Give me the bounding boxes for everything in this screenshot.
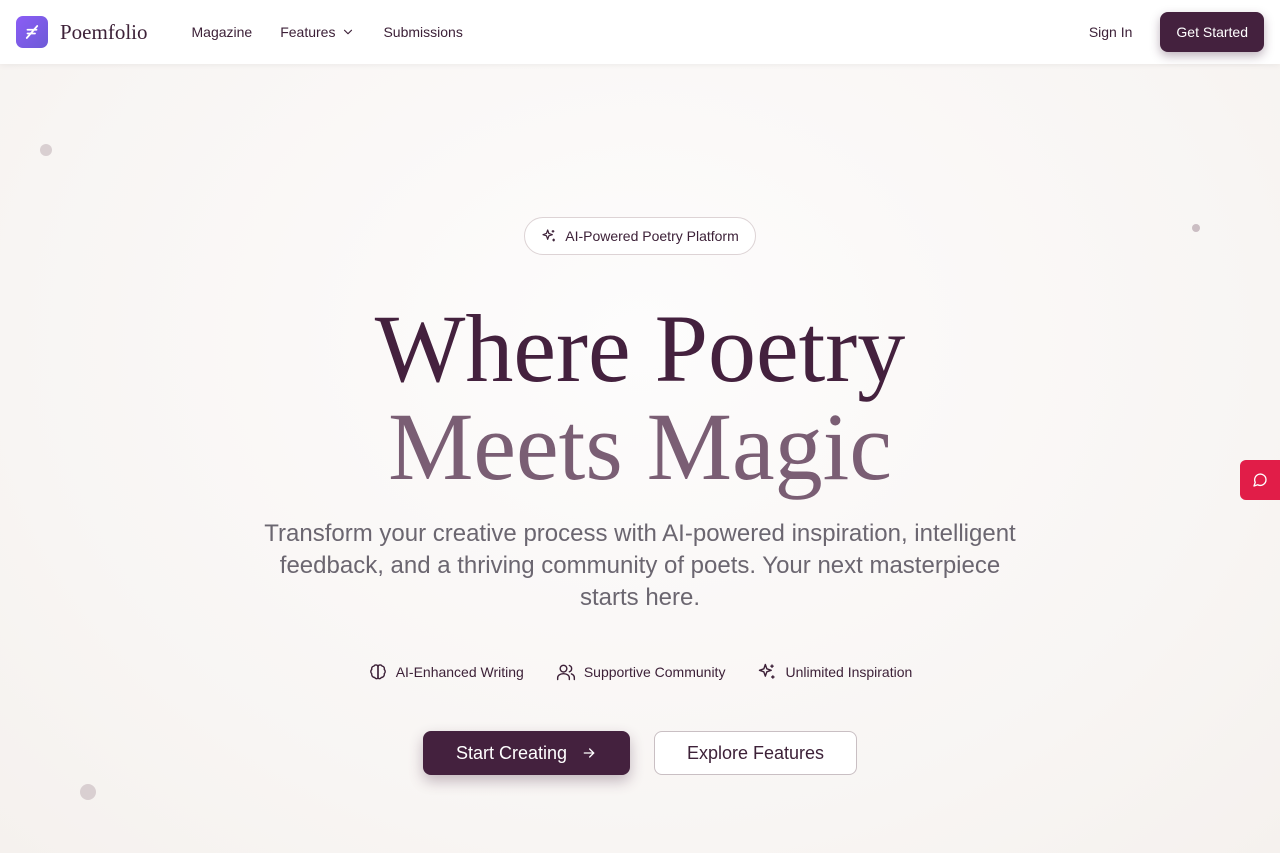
- feature-inspiration: Unlimited Inspiration: [757, 662, 912, 682]
- top-navbar: Poemfolio Magazine Features Submissions …: [0, 0, 1280, 64]
- brand-name: Poemfolio: [60, 19, 148, 44]
- get-started-button[interactable]: Get Started: [1160, 12, 1264, 52]
- decorative-dot: [1192, 224, 1200, 232]
- decorative-dot: [80, 784, 96, 800]
- brand-logo[interactable]: Poemfolio: [16, 16, 148, 48]
- feature-label: AI-Enhanced Writing: [395, 664, 524, 680]
- feedback-chat-button[interactable]: [1240, 460, 1280, 500]
- hero-badge: AI-Powered Poetry Platform: [524, 217, 756, 255]
- feature-list: AI-Enhanced Writing Supportive Community…: [0, 662, 1280, 682]
- hero-subtitle: Transform your creative process with AI-…: [264, 520, 1016, 611]
- sparkles-icon: [542, 229, 556, 242]
- start-creating-label: Start Creating: [455, 742, 568, 763]
- feature-label: Unlimited Inspiration: [785, 664, 913, 680]
- brain-icon: [369, 664, 386, 680]
- explore-features-button[interactable]: Explore Features: [654, 731, 857, 775]
- feather-logo-icon: [16, 16, 48, 48]
- hero-badge-label: AI-Powered Poetry Platform: [565, 228, 739, 244]
- headline-line-1: Where Poetry: [374, 295, 906, 402]
- hero-cta-group: Start Creating Explore Features: [0, 731, 1280, 775]
- chat-bubble-icon: [1253, 473, 1267, 487]
- start-creating-button[interactable]: Start Creating: [423, 731, 630, 775]
- headline-line-2: Meets Magic: [388, 393, 892, 500]
- nav-link-submissions[interactable]: Submissions: [383, 24, 462, 40]
- hero-headline: Where Poetry Meets Magic: [0, 300, 1280, 496]
- chevron-down-icon: [344, 29, 353, 35]
- sparkles-icon: [759, 663, 775, 679]
- users-icon: [556, 664, 575, 681]
- nav-link-features[interactable]: Features: [280, 24, 355, 40]
- feature-ai-writing: AI-Enhanced Writing: [368, 662, 524, 682]
- nav-link-features-label: Features: [280, 24, 336, 40]
- sign-in-link[interactable]: Sign In: [1089, 24, 1133, 40]
- arrow-right-icon: [583, 748, 595, 758]
- feature-community: Supportive Community: [556, 662, 726, 682]
- decorative-dot: [40, 144, 52, 156]
- nav-link-magazine[interactable]: Magazine: [192, 24, 253, 40]
- feature-label: Supportive Community: [583, 664, 726, 680]
